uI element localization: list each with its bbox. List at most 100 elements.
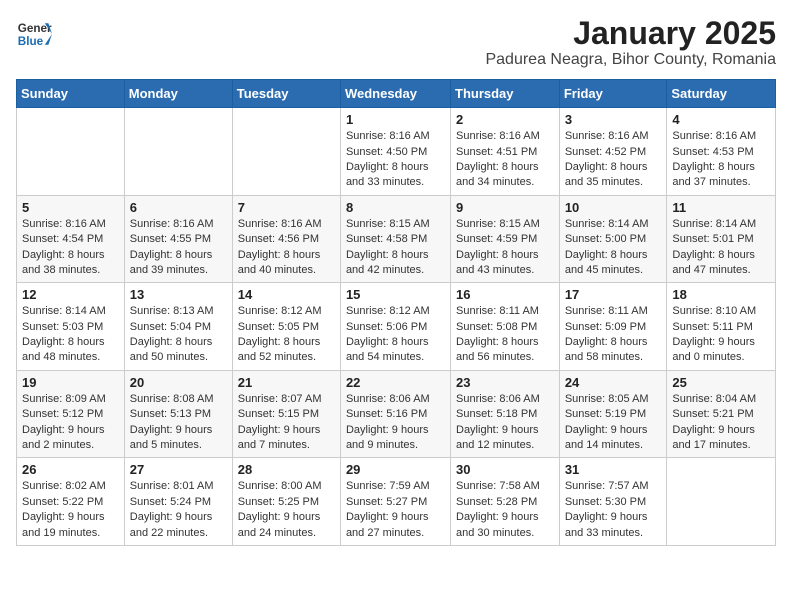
day-info: Sunrise: 8:12 AM Sunset: 5:05 PM Dayligh… [238, 304, 335, 366]
weekday-header: Thursday [451, 80, 560, 108]
day-info: Sunrise: 8:15 AM Sunset: 4:58 PM Dayligh… [346, 217, 445, 279]
day-number: 2 [456, 112, 554, 127]
calendar-cell: 31 Sunrise: 7:57 AM Sunset: 5:30 PM Dayli… [559, 458, 667, 546]
day-info: Sunrise: 8:06 AM Sunset: 5:16 PM Dayligh… [346, 392, 445, 454]
day-number: 20 [130, 375, 227, 390]
day-info: Sunrise: 7:59 AM Sunset: 5:27 PM Dayligh… [346, 479, 445, 541]
day-info: Sunrise: 8:13 AM Sunset: 5:04 PM Dayligh… [130, 304, 227, 366]
day-number: 6 [130, 200, 227, 215]
day-number: 8 [346, 200, 445, 215]
calendar-cell: 18Sunrise: 8:10 AM Sunset: 5:11 PM Dayli… [667, 283, 776, 371]
day-number: 30 [456, 462, 554, 477]
day-number: 4 [672, 112, 770, 127]
calendar-cell: 25 Sunrise: 8:04 AM Sunset: 5:21 PM Dayli… [667, 370, 776, 458]
day-info: Sunrise: 8:05 AM Sunset: 5:19 PM Dayligh… [565, 392, 662, 454]
calendar-cell: 1 Sunrise: 8:16 AM Sunset: 4:50 PM Daylig… [340, 108, 450, 196]
day-info: Sunrise: 8:16 AM Sunset: 4:50 PM Dayligh… [346, 129, 445, 191]
weekday-header: Wednesday [340, 80, 450, 108]
calendar-cell: 28 Sunrise: 8:00 AM Sunset: 5:25 PM Dayli… [232, 458, 340, 546]
day-number: 14 [238, 287, 335, 302]
calendar-cell: 5 Sunrise: 8:16 AM Sunset: 4:54 PM Daylig… [17, 195, 125, 283]
day-number: 27 [130, 462, 227, 477]
calendar-cell: 20 Sunrise: 8:08 AM Sunset: 5:13 PM Dayli… [124, 370, 232, 458]
calendar-cell: 3 Sunrise: 8:16 AM Sunset: 4:52 PM Daylig… [559, 108, 667, 196]
day-info: Sunrise: 8:11 AM Sunset: 5:09 PM Dayligh… [565, 304, 662, 366]
calendar-cell [232, 108, 340, 196]
calendar-cell: 10 Sunrise: 8:14 AM Sunset: 5:00 PM Dayli… [559, 195, 667, 283]
weekday-header: Saturday [667, 80, 776, 108]
weekday-header: Friday [559, 80, 667, 108]
calendar-cell: 24 Sunrise: 8:05 AM Sunset: 5:19 PM Dayli… [559, 370, 667, 458]
calendar-cell: 9 Sunrise: 8:15 AM Sunset: 4:59 PM Daylig… [451, 195, 560, 283]
calendar-week-row: 19 Sunrise: 8:09 AM Sunset: 5:12 PM Dayli… [17, 370, 776, 458]
day-number: 24 [565, 375, 662, 390]
calendar-cell: 15 Sunrise: 8:12 AM Sunset: 5:06 PM Dayli… [340, 283, 450, 371]
day-info: Sunrise: 8:16 AM Sunset: 4:52 PM Dayligh… [565, 129, 662, 191]
title-block: January 2025 Padurea Neagra, Bihor Count… [485, 16, 776, 69]
calendar-cell: 11Sunrise: 8:14 AM Sunset: 5:01 PM Dayli… [667, 195, 776, 283]
calendar-table: SundayMondayTuesdayWednesdayThursdayFrid… [16, 79, 776, 546]
calendar-cell: 17Sunrise: 8:11 AM Sunset: 5:09 PM Dayli… [559, 283, 667, 371]
calendar-cell: 14 Sunrise: 8:12 AM Sunset: 5:05 PM Dayli… [232, 283, 340, 371]
day-info: Sunrise: 8:01 AM Sunset: 5:24 PM Dayligh… [130, 479, 227, 541]
day-number: 23 [456, 375, 554, 390]
day-info: Sunrise: 8:16 AM Sunset: 4:53 PM Dayligh… [672, 129, 770, 191]
weekday-header: Sunday [17, 80, 125, 108]
day-info: Sunrise: 8:07 AM Sunset: 5:15 PM Dayligh… [238, 392, 335, 454]
day-info: Sunrise: 8:09 AM Sunset: 5:12 PM Dayligh… [22, 392, 119, 454]
calendar-week-row: 1 Sunrise: 8:16 AM Sunset: 4:50 PM Daylig… [17, 108, 776, 196]
calendar-cell: 12Sunrise: 8:14 AM Sunset: 5:03 PM Dayli… [17, 283, 125, 371]
calendar-week-row: 26 Sunrise: 8:02 AM Sunset: 5:22 PM Dayli… [17, 458, 776, 546]
calendar-cell: 4 Sunrise: 8:16 AM Sunset: 4:53 PM Daylig… [667, 108, 776, 196]
day-info: Sunrise: 8:16 AM Sunset: 4:55 PM Dayligh… [130, 217, 227, 279]
calendar-cell: 30 Sunrise: 7:58 AM Sunset: 5:28 PM Dayli… [451, 458, 560, 546]
calendar-cell: 21 Sunrise: 8:07 AM Sunset: 5:15 PM Dayli… [232, 370, 340, 458]
day-info: Sunrise: 8:00 AM Sunset: 5:25 PM Dayligh… [238, 479, 335, 541]
day-info: Sunrise: 8:11 AM Sunset: 5:08 PM Dayligh… [456, 304, 554, 366]
day-info: Sunrise: 8:16 AM Sunset: 4:56 PM Dayligh… [238, 217, 335, 279]
calendar-week-row: 5 Sunrise: 8:16 AM Sunset: 4:54 PM Daylig… [17, 195, 776, 283]
logo-icon: General Blue [16, 16, 52, 52]
day-number: 13 [130, 287, 227, 302]
day-info: Sunrise: 7:57 AM Sunset: 5:30 PM Dayligh… [565, 479, 662, 541]
day-info: Sunrise: 8:02 AM Sunset: 5:22 PM Dayligh… [22, 479, 119, 541]
calendar-week-row: 12Sunrise: 8:14 AM Sunset: 5:03 PM Dayli… [17, 283, 776, 371]
calendar-cell: 27 Sunrise: 8:01 AM Sunset: 5:24 PM Dayli… [124, 458, 232, 546]
calendar-cell: 2 Sunrise: 8:16 AM Sunset: 4:51 PM Daylig… [451, 108, 560, 196]
day-info: Sunrise: 8:08 AM Sunset: 5:13 PM Dayligh… [130, 392, 227, 454]
day-number: 25 [672, 375, 770, 390]
day-info: Sunrise: 8:10 AM Sunset: 5:11 PM Dayligh… [672, 304, 770, 366]
day-number: 28 [238, 462, 335, 477]
weekday-header: Tuesday [232, 80, 340, 108]
day-number: 15 [346, 287, 445, 302]
day-info: Sunrise: 8:15 AM Sunset: 4:59 PM Dayligh… [456, 217, 554, 279]
day-info: Sunrise: 8:16 AM Sunset: 4:54 PM Dayligh… [22, 217, 119, 279]
calendar-header-row: SundayMondayTuesdayWednesdayThursdayFrid… [17, 80, 776, 108]
calendar-cell [667, 458, 776, 546]
day-number: 9 [456, 200, 554, 215]
calendar-cell: 8 Sunrise: 8:15 AM Sunset: 4:58 PM Daylig… [340, 195, 450, 283]
day-number: 16 [456, 287, 554, 302]
calendar-cell: 22 Sunrise: 8:06 AM Sunset: 5:16 PM Dayli… [340, 370, 450, 458]
calendar-cell [124, 108, 232, 196]
calendar-cell: 6 Sunrise: 8:16 AM Sunset: 4:55 PM Daylig… [124, 195, 232, 283]
day-number: 19 [22, 375, 119, 390]
day-number: 5 [22, 200, 119, 215]
calendar-cell: 13 Sunrise: 8:13 AM Sunset: 5:04 PM Dayli… [124, 283, 232, 371]
day-info: Sunrise: 7:58 AM Sunset: 5:28 PM Dayligh… [456, 479, 554, 541]
day-number: 22 [346, 375, 445, 390]
day-info: Sunrise: 8:04 AM Sunset: 5:21 PM Dayligh… [672, 392, 770, 454]
day-number: 31 [565, 462, 662, 477]
day-number: 26 [22, 462, 119, 477]
day-info: Sunrise: 8:14 AM Sunset: 5:00 PM Dayligh… [565, 217, 662, 279]
day-info: Sunrise: 8:12 AM Sunset: 5:06 PM Dayligh… [346, 304, 445, 366]
day-number: 21 [238, 375, 335, 390]
page-header: General Blue January 2025 Padurea Neagra… [16, 16, 776, 69]
day-number: 10 [565, 200, 662, 215]
day-number: 3 [565, 112, 662, 127]
day-number: 11 [672, 200, 770, 215]
calendar-cell: 7Sunrise: 8:16 AM Sunset: 4:56 PM Daylig… [232, 195, 340, 283]
day-info: Sunrise: 8:16 AM Sunset: 4:51 PM Dayligh… [456, 129, 554, 191]
calendar-cell: 29Sunrise: 7:59 AM Sunset: 5:27 PM Dayli… [340, 458, 450, 546]
day-number: 1 [346, 112, 445, 127]
